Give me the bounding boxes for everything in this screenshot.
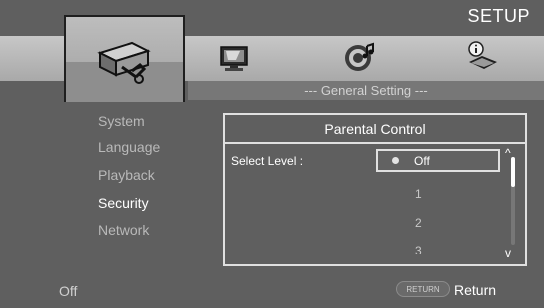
parental-control-panel: Parental Control Select Level : Off 1 2 … — [223, 113, 527, 266]
tab-audio-settings[interactable] — [341, 40, 377, 81]
panel-divider — [225, 142, 525, 144]
menu-item-playback[interactable]: Playback — [98, 167, 155, 183]
level-option-2[interactable]: 2 — [415, 216, 422, 230]
menu-item-security[interactable]: Security — [98, 195, 149, 211]
sub-header-title: --- General Setting --- — [304, 83, 428, 98]
level-option-1[interactable]: 1 — [415, 187, 422, 201]
chevron-down-icon[interactable]: v — [505, 246, 511, 260]
scrollbar-thumb[interactable] — [511, 157, 515, 187]
level-option-3[interactable]: 3 — [415, 244, 422, 254]
return-label: Return — [454, 282, 497, 298]
menu-item-language[interactable]: Language — [98, 139, 160, 155]
info-book-icon — [468, 41, 497, 69]
monitor-pencil-icon — [220, 46, 248, 71]
return-button[interactable]: RETURN — [396, 281, 450, 297]
sub-header-strip: --- General Setting --- — [188, 81, 544, 100]
chevron-up-icon[interactable]: ^ — [505, 146, 511, 160]
footer-status: Off — [59, 283, 78, 299]
level-option-label: Off — [414, 154, 430, 168]
setup-screen: SETUP --- General Setting --- System Lan… — [0, 0, 544, 308]
setup-title: SETUP — [467, 6, 530, 26]
panel-title: Parental Control — [324, 121, 426, 137]
toolbox-icon — [97, 41, 151, 84]
tab-information[interactable] — [463, 40, 501, 81]
select-level-label: Select Level : — [231, 154, 304, 168]
menu-item-system[interactable]: System — [98, 113, 145, 129]
tab-display-settings[interactable] — [216, 42, 252, 81]
speaker-music-icon — [345, 42, 374, 71]
menu-item-network[interactable]: Network — [98, 222, 149, 238]
tab-general-settings[interactable] — [64, 15, 185, 102]
level-option-off[interactable]: Off — [376, 149, 500, 172]
selected-radio-icon — [392, 157, 399, 164]
